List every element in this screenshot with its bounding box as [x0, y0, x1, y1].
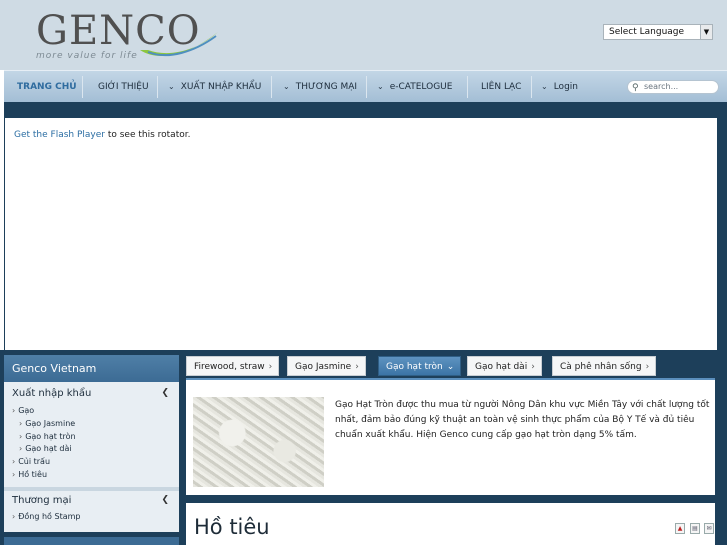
sidebar-item-rice[interactable]: › Gạo — [12, 406, 34, 415]
tab-firewood[interactable]: Firewood, straw › — [186, 356, 280, 376]
nav-item-label: e-CATELOGUE — [389, 82, 453, 92]
header: GENCO more value for life Select Languag… — [0, 0, 727, 70]
nav-item-ecatalogue[interactable]: ⌄ e-CATELOGUE — [377, 71, 452, 103]
chevron-right-icon: › — [531, 362, 535, 372]
search-icon: ⚲ — [632, 83, 639, 93]
chevron-down-icon: ⌄ — [377, 82, 384, 91]
chevron-down-icon: ▼ — [700, 25, 712, 39]
pdf-icon[interactable]: ▲ — [675, 523, 685, 534]
chevron-down-icon: ⌄ — [168, 82, 175, 91]
sidebar-group-trade[interactable]: Thương mại — [12, 495, 71, 506]
logo[interactable]: GENCO more value for life — [30, 6, 230, 66]
sidebar-footer-bar — [4, 537, 179, 545]
chevron-right-icon: › — [645, 362, 650, 372]
nav-divider — [531, 76, 532, 98]
email-icon[interactable]: ✉ — [704, 523, 714, 534]
sidebar-item-firewood[interactable]: › Củi trấu — [12, 457, 50, 466]
nav-shadow-band — [4, 102, 727, 118]
tab-content: Gạo Hạt Tròn được thu mua từ người Nông … — [186, 380, 715, 495]
nav-divider — [366, 76, 367, 98]
nav-item-home[interactable]: TRANG CHỦ — [17, 71, 77, 103]
sidebar-item-stamp-watch[interactable]: › Đồng hồ Stamp — [12, 512, 80, 521]
sidebar-title: Genco Vietnam — [4, 355, 179, 382]
language-select[interactable]: Select Language ▼ — [603, 24, 713, 40]
flash-message: Get the Flash Player to see this rotator… — [14, 130, 190, 140]
flash-rotator-area: Get the Flash Player to see this rotator… — [4, 118, 717, 350]
nav-item-label: XUẤT NHẬP KHẨU — [180, 82, 262, 92]
nav-item-about[interactable]: GIỚI THIỆU — [98, 71, 149, 103]
chevron-down-icon: ⌄ — [446, 362, 455, 372]
nav-item-label: Login — [553, 82, 578, 92]
sidebar-item-long-rice[interactable]: › Gạo hạt dài — [19, 444, 72, 453]
print-icon[interactable]: ▤ — [690, 523, 700, 534]
sidebar-divider — [4, 487, 179, 491]
sidebar-item-jasmine-rice[interactable]: › Gạo Jasmine — [19, 419, 75, 428]
nav-divider — [82, 76, 83, 98]
logo-tagline: more value for life — [36, 51, 138, 61]
nav-divider — [271, 76, 272, 98]
chevron-right-icon: › — [355, 362, 359, 372]
article-title: Hồ tiêu — [194, 515, 270, 539]
search-placeholder: search... — [644, 82, 679, 91]
nav-item-label: TRANG CHỦ — [17, 82, 77, 92]
sidebar-item-round-rice[interactable]: › Gạo hạt tròn — [19, 432, 76, 441]
nav-item-contact[interactable]: LIÊN LẠC — [481, 71, 521, 103]
chevron-down-icon: ⌄ — [541, 82, 548, 91]
nav-divider — [157, 76, 158, 98]
sidebar: Genco Vietnam Xuất nhập khẩu ❮ › Gạo › Gạo… — [4, 355, 179, 545]
nav-item-label: GIỚI THIỆU — [98, 82, 149, 92]
language-select-value: Select Language — [609, 27, 685, 37]
chevron-left-icon[interactable]: ❮ — [161, 495, 169, 505]
article-panel: Hồ tiêu ▲ ▤ ✉ — [186, 503, 715, 545]
nav-item-import-export[interactable]: ⌄ XUẤT NHẬP KHẨU — [168, 71, 261, 103]
logo-swoosh-icon — [140, 32, 218, 57]
search-input[interactable]: ⚲ search... — [627, 80, 719, 94]
tab-long-rice[interactable]: Gạo hạt dài › — [467, 356, 542, 376]
chevron-left-icon[interactable]: ❮ — [161, 388, 169, 398]
rice-image — [193, 397, 324, 487]
tab-jasmine-rice[interactable]: Gạo Jasmine › — [287, 356, 366, 376]
nav-item-label: THƯƠNG MẠI — [295, 82, 358, 92]
nav-item-label: LIÊN LẠC — [481, 82, 522, 92]
nav-item-login[interactable]: ⌄ Login — [541, 71, 578, 103]
nav-item-trade[interactable]: ⌄ THƯƠNG MẠI — [283, 71, 357, 103]
tab-round-rice[interactable]: Gạo hạt tròn ⌄ — [378, 356, 462, 376]
flash-player-link[interactable]: Get the Flash Player — [14, 130, 105, 140]
main-nav: TRANG CHỦ GIỚI THIỆU ⌄ XUẤT NHẬP KHẨU ⌄ TH… — [4, 70, 727, 102]
nav-divider — [467, 76, 468, 98]
tab-raw-coffee[interactable]: Cà phê nhân sống › — [552, 356, 657, 376]
sidebar-menu: Xuất nhập khẩu ❮ › Gạo › Gạo Jasmine › Gạo … — [4, 382, 179, 532]
flash-message-text: to see this rotator. — [104, 130, 191, 140]
product-description: Gạo Hạt Tròn được thu mua từ người Nông … — [335, 400, 710, 440]
chevron-right-icon: › — [268, 362, 273, 372]
chevron-down-icon: ⌄ — [283, 82, 290, 91]
sidebar-item-pepper[interactable]: › Hồ tiêu — [12, 470, 47, 479]
sidebar-group-import-export[interactable]: Xuất nhập khẩu — [12, 388, 91, 399]
